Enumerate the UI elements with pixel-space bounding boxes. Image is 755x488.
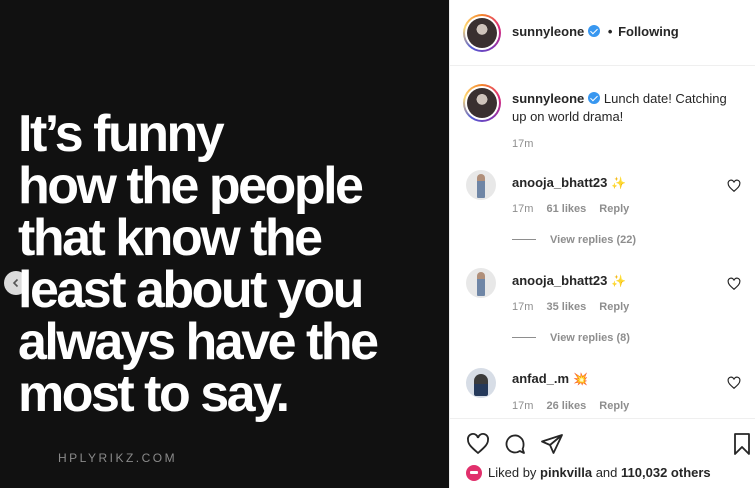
verified-badge-icon xyxy=(588,25,601,37)
comment-header: anooja_bhatt23 ✨ xyxy=(512,273,626,288)
comment-like-heart-icon[interactable] xyxy=(727,277,741,291)
caption-username[interactable]: sunnyleone xyxy=(512,91,584,106)
quote-line: that know the xyxy=(18,209,323,267)
previous-image-button[interactable] xyxy=(4,271,28,295)
username-link[interactable]: sunnyleone xyxy=(512,24,584,39)
heart-icon[interactable] xyxy=(466,432,490,456)
comment-header: anfad_.m 💥 xyxy=(512,371,588,386)
view-replies-label: View replies (22) xyxy=(550,234,637,246)
avatar[interactable] xyxy=(463,14,501,52)
avatar-image xyxy=(467,88,497,118)
liked-by-prefix: Liked by xyxy=(488,465,537,480)
chevron-left-icon xyxy=(12,278,19,288)
bookmark-icon[interactable] xyxy=(730,432,754,456)
comment-avatar[interactable] xyxy=(466,268,496,298)
header-user: sunnyleone • Following xyxy=(512,24,679,39)
comment-avatar[interactable] xyxy=(466,170,496,200)
comment-time[interactable]: 17m xyxy=(512,400,533,412)
quote-text: It’s funny how the people that know the … xyxy=(18,108,448,420)
comment-emoji: ✨ xyxy=(611,176,627,190)
replies-divider xyxy=(512,239,536,240)
comment-time[interactable]: 17m xyxy=(512,301,533,313)
caption-timestamp[interactable]: 17m xyxy=(512,138,533,150)
comment-meta: 17m 35 likes Reply xyxy=(512,301,639,313)
comment-likes[interactable]: 61 likes xyxy=(546,203,586,215)
quote-line: least about you xyxy=(18,261,364,319)
paper-plane-icon[interactable] xyxy=(540,432,564,456)
reply-button[interactable]: Reply xyxy=(599,203,629,215)
quote-line: It’s funny xyxy=(18,105,225,163)
comment-username[interactable]: anooja_bhatt23 xyxy=(512,175,607,190)
watermark: HPLYRIKZ.COM xyxy=(58,451,178,465)
following-button[interactable]: Following xyxy=(618,24,679,39)
verified-badge-icon xyxy=(588,92,601,104)
comment-time[interactable]: 17m xyxy=(512,203,533,215)
comment-meta: 17m 26 likes Reply xyxy=(512,400,639,412)
view-replies-label: View replies (8) xyxy=(550,332,630,344)
comment-icon[interactable] xyxy=(503,432,527,456)
avatar-image xyxy=(467,18,497,48)
comment-emoji: 💥 xyxy=(573,372,589,386)
reply-button[interactable]: Reply xyxy=(599,400,629,412)
comment-username[interactable]: anooja_bhatt23 xyxy=(512,273,607,288)
quote-line: how the people xyxy=(18,157,364,215)
caption-avatar[interactable] xyxy=(463,84,501,122)
liker-avatar[interactable] xyxy=(466,465,482,481)
comment-emoji: ✨ xyxy=(611,274,627,288)
reply-button[interactable]: Reply xyxy=(599,301,629,313)
quote-line: always have the xyxy=(18,313,379,371)
separator-dot: • xyxy=(607,24,613,39)
caption: sunnyleone Lunch date! Catching up on wo… xyxy=(512,90,744,126)
post-image[interactable]: It’s funny how the people that know the … xyxy=(0,0,449,488)
post-header: sunnyleone • Following xyxy=(450,0,755,66)
replies-divider xyxy=(512,337,536,338)
likes-summary: Liked by pinkvilla and 110,032 others xyxy=(466,465,711,481)
comment-like-heart-icon[interactable] xyxy=(727,179,741,193)
view-replies-button[interactable]: View replies (22) xyxy=(512,234,636,246)
comment-likes[interactable]: 35 likes xyxy=(546,301,586,313)
comment-header: anooja_bhatt23 ✨ xyxy=(512,175,626,190)
comment-username[interactable]: anfad_.m xyxy=(512,371,569,386)
view-replies-button[interactable]: View replies (8) xyxy=(512,332,630,344)
comment-meta: 17m 61 likes Reply xyxy=(512,203,639,215)
comment-like-heart-icon[interactable] xyxy=(727,376,741,390)
liked-by-connector: and xyxy=(595,465,618,480)
post-side-panel: sunnyleone • Following sunnyleone Lunch … xyxy=(449,0,755,488)
liked-by-others[interactable]: 110,032 others xyxy=(621,465,711,480)
quote-line: most to say. xyxy=(18,365,290,423)
liked-by-user[interactable]: pinkvilla xyxy=(540,465,592,480)
comment-likes[interactable]: 26 likes xyxy=(546,400,586,412)
comment-avatar[interactable] xyxy=(466,368,496,398)
